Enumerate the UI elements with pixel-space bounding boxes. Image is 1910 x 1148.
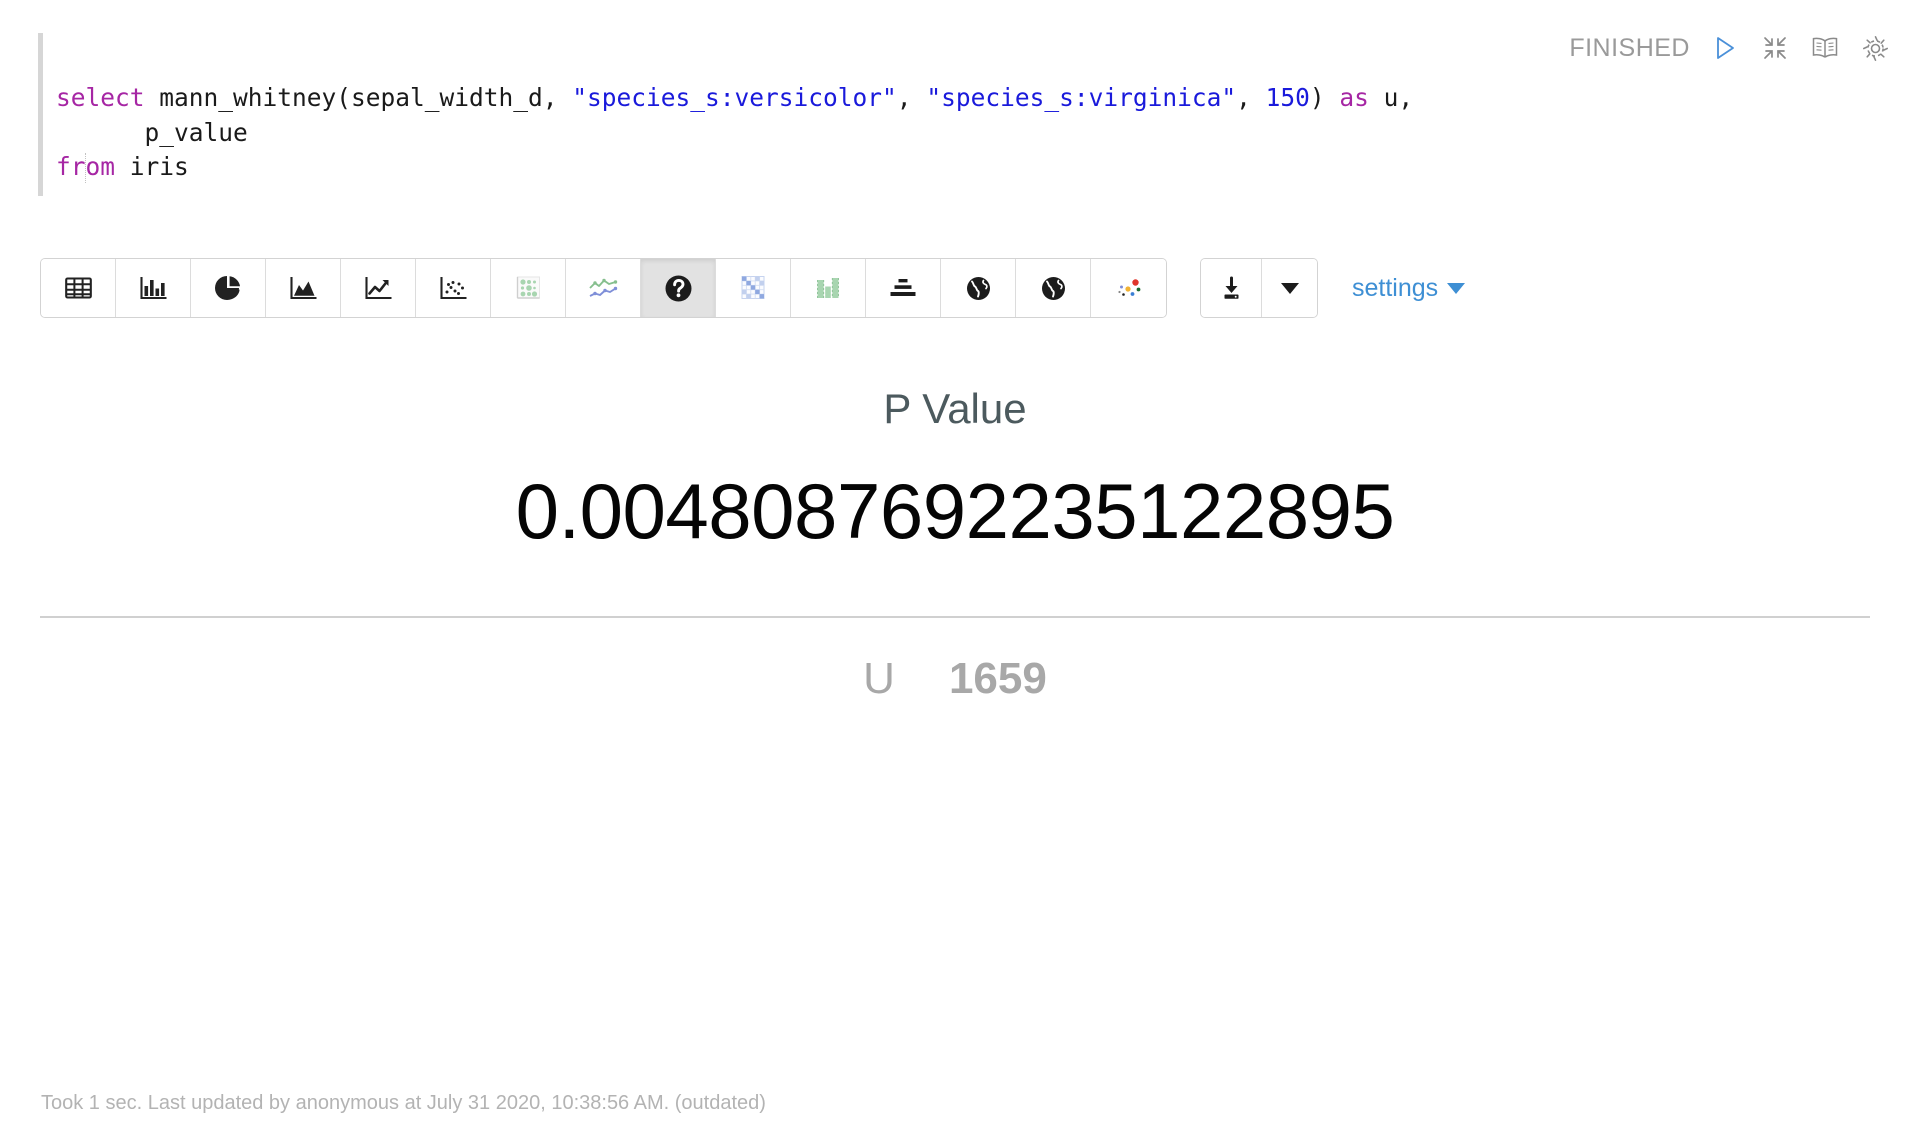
settings-label: settings (1352, 273, 1439, 302)
code-token: p_value (56, 117, 248, 147)
u-statistic-label: U (863, 654, 895, 703)
globe-alt-icon[interactable] (1016, 259, 1091, 317)
code-token: 150 (1265, 83, 1310, 112)
dot-cluster-icon[interactable] (1091, 259, 1166, 317)
code-editor[interactable]: select mann_whitney(sepal_width_d, "spec… (0, 33, 1910, 196)
code-token: , (1236, 83, 1266, 112)
p-value-label: P Value (883, 385, 1027, 432)
download-button-group (1200, 258, 1318, 318)
table-icon[interactable] (41, 259, 116, 317)
code-token: u, (1368, 83, 1414, 112)
u-statistic-value: 1659 (948, 654, 1047, 703)
visualization-toolbar: settings (40, 258, 1466, 318)
column-chart-icon[interactable] (791, 259, 866, 317)
code-token: as (1339, 83, 1369, 112)
code-line-3: from iris (56, 150, 1910, 185)
code-token: mann_whitney(sepal_width_d, (144, 83, 573, 112)
scatter-plot-icon[interactable] (416, 259, 491, 317)
globe-icon[interactable] (941, 259, 1016, 317)
u-statistic-row: U 1659 (0, 654, 1910, 704)
code-token: , (896, 83, 927, 112)
area-chart-icon[interactable] (266, 259, 341, 317)
funnel-icon[interactable] (866, 259, 941, 317)
download-options-caret-icon[interactable] (1261, 259, 1317, 317)
line-chart-icon[interactable] (341, 259, 416, 317)
multi-line-chart-icon[interactable] (566, 259, 641, 317)
code-token: ) (1309, 83, 1340, 112)
download-icon[interactable] (1201, 259, 1261, 317)
settings-link[interactable]: settings (1352, 273, 1466, 303)
indent-guide (85, 153, 86, 183)
code-token: select (56, 83, 145, 112)
chevron-down-icon (1447, 282, 1466, 294)
bar-chart-icon[interactable] (116, 259, 191, 317)
code-token: iris (115, 152, 189, 181)
p-value-number: 0.0048087692235122895 (515, 467, 1395, 556)
matrix-grid-icon[interactable] (716, 259, 791, 317)
code-token: "species_s:virginica" (926, 83, 1237, 112)
bubble-chart-icon[interactable] (491, 259, 566, 317)
code-line-1: select mann_whitney(sepal_width_d, "spec… (56, 81, 1910, 116)
result-divider (40, 616, 1870, 618)
viz-type-button-group (40, 258, 1167, 318)
notebook-paragraph: FINISHED select mann_whitney(sepal_width… (0, 0, 1910, 1148)
code-token: "species_s:versicolor" (572, 83, 897, 112)
sql-code[interactable]: select mann_whitney(sepal_width_d, "spec… (56, 33, 1910, 185)
code-line-2: p_value (56, 116, 1910, 151)
pie-chart-icon[interactable] (191, 259, 266, 317)
help-circle-icon[interactable] (641, 259, 716, 317)
paragraph-footer-status: Took 1 sec. Last updated by anonymous at… (41, 1092, 766, 1114)
statistic-result: P Value 0.0048087692235122895 (0, 385, 1910, 556)
editor-gutter (38, 33, 43, 196)
